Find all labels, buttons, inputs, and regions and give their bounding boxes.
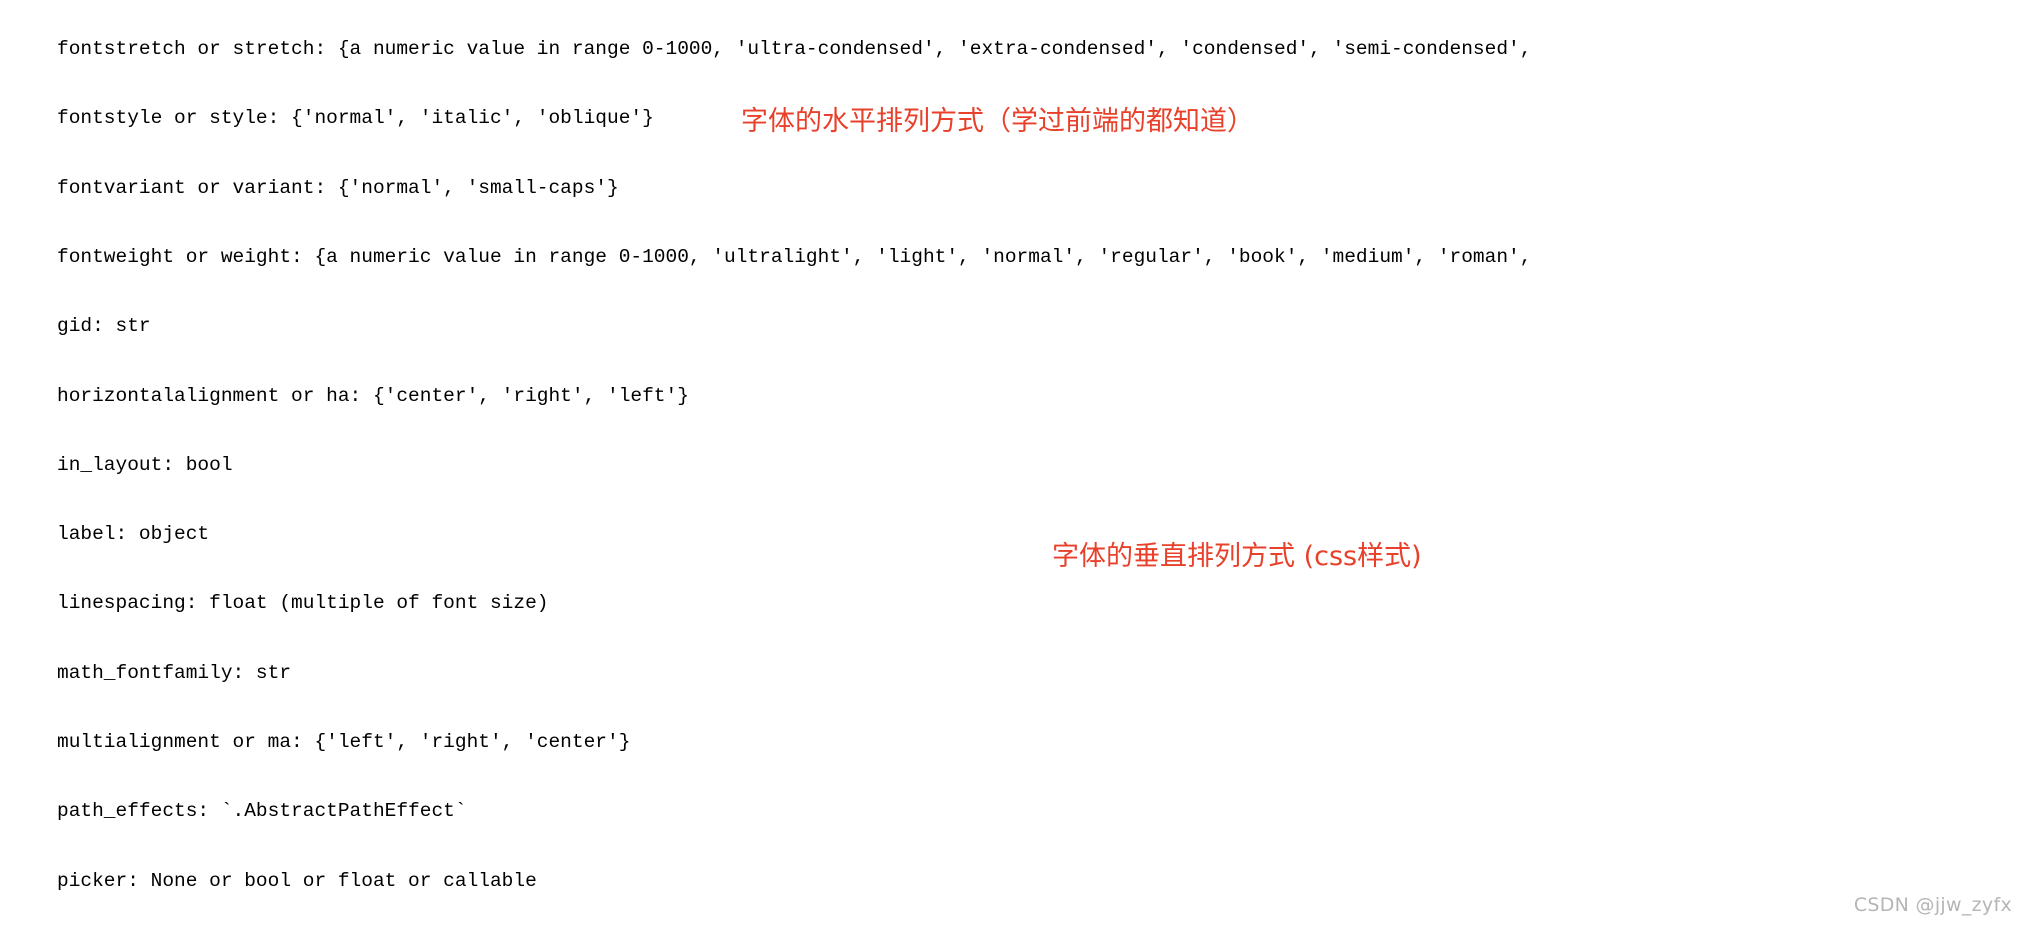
doc-line: multialignment or ma: {'left', 'right', … [57,731,631,753]
annotation-horizontal-alignment: 字体的水平排列方式（学过前端的都知道） [741,106,1254,137]
doc-line: horizontalalignment or ha: {'center', 'r… [57,384,689,407]
property-listing: fontstretch or stretch: {a numeric value… [57,0,2044,930]
doc-line: in_layout: bool [57,453,233,476]
page-canvas: fontstretch or stretch: {a numeric value… [0,0,2044,930]
doc-line: linespacing: float (multiple of font siz… [57,592,549,615]
doc-line: math_fontfamily: str [57,661,292,684]
doc-line: path_effects: `.AbstractPathEffect` [57,800,467,823]
annotation-vertical-alignment: 字体的垂直排列方式 (css样式) [1052,541,1422,572]
doc-line: fontweight or weight: {a numeric value i… [57,246,1532,269]
doc-line: label: object [57,523,210,546]
doc-line: picker: None or bool or float or callabl… [57,869,537,892]
doc-line: fontstretch or stretch: {a numeric value… [57,38,1532,61]
doc-line: gid: str [57,315,151,338]
doc-line: fontvariant or variant: {'normal', 'smal… [57,176,619,199]
csdn-watermark: CSDN @jjw_zyfx [1853,894,2012,916]
